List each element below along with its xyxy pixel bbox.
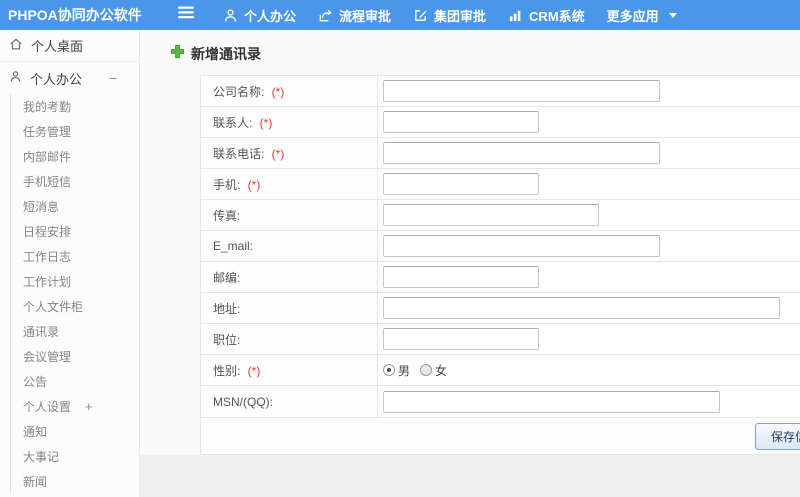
hamburger-menu-button[interactable] <box>170 2 202 28</box>
required-mark: (*) <box>268 146 285 161</box>
company-name-input[interactable] <box>383 80 660 102</box>
sidebar-item-file-cabinet[interactable]: 个人文件柜 <box>11 294 139 319</box>
page-title: 新增通讯录 <box>170 44 800 64</box>
form-row-contact-person: 联系人: (*) <box>200 106 800 138</box>
form-row-msn-qq: MSN/(QQ): <box>200 385 800 418</box>
sidebar-item-short-message[interactable]: 短消息 <box>11 194 139 219</box>
form-row-position: 职位: <box>200 323 800 355</box>
field-label: 传真: <box>213 208 241 223</box>
sidebar-item-work-plan[interactable]: 工作计划 <box>11 269 139 294</box>
sidebar-item-meetings[interactable]: 会议管理 <box>11 344 139 369</box>
content-panel: 新增通讯录 公司名称: (*) 联系人: (*) 联系电话: (*) 手机: (… <box>140 30 800 455</box>
gender-radio-女[interactable] <box>420 364 433 376</box>
sidebar-menu: 我的考勤 任务管理 内部邮件 手机短信 短消息 日程安排 工作日志 工作计划 个… <box>10 94 139 494</box>
field-label: 性别: <box>213 363 241 378</box>
sidebar-item-internal-mail[interactable]: 内部邮件 <box>11 144 139 169</box>
radio-label: 女 <box>435 363 448 378</box>
sidebar: 个人桌面 个人办公 − 我的考勤 任务管理 内部邮件 手机短信 短消息 日程安排… <box>0 30 140 497</box>
field-label: 公司名称: <box>213 84 265 99</box>
nav-personal-office[interactable]: 个人办公 <box>212 0 307 30</box>
nav-group-approval[interactable]: 集团审批 <box>402 0 497 30</box>
form-row-address: 地址: <box>200 292 800 324</box>
required-mark: (*) <box>244 363 261 378</box>
zip-code-input[interactable] <box>383 266 539 288</box>
sidebar-item-events[interactable]: 大事记 <box>11 444 139 469</box>
home-icon <box>9 37 23 54</box>
form-row-fax: 传真: <box>200 199 800 231</box>
person-icon <box>9 70 22 86</box>
caret-down-icon <box>668 12 677 18</box>
field-label: 联系电话: <box>213 146 265 161</box>
form-row-contact-phone: 联系电话: (*) <box>200 137 800 169</box>
radio-option: 男 <box>383 362 410 379</box>
flow-icon <box>318 8 333 23</box>
form-row-email: E_mail: <box>200 230 800 262</box>
sidebar-item-news[interactable]: 新闻 <box>11 469 139 494</box>
field-label: 手机: <box>213 177 241 192</box>
contact-phone-input[interactable] <box>383 142 660 164</box>
address-input[interactable] <box>383 297 780 319</box>
edit-icon <box>413 8 428 23</box>
nav-crm-system[interactable]: CRM系统 <box>497 0 596 30</box>
sidebar-item-work-log[interactable]: 工作日志 <box>11 244 139 269</box>
topbar-nav: 个人办公 流程审批 集团审批 CRM系统 更多应用 <box>212 0 688 30</box>
sidebar-item-announcements[interactable]: 公告 <box>11 369 139 394</box>
mobile-input[interactable] <box>383 173 539 195</box>
person-icon <box>223 8 238 23</box>
email-input[interactable] <box>383 235 660 257</box>
contact-form: 公司名称: (*) 联系人: (*) 联系电话: (*) 手机: (*) 传真:… <box>200 75 800 455</box>
sidebar-item-contacts[interactable]: 通讯录 <box>11 319 139 344</box>
fax-input[interactable] <box>383 204 599 226</box>
sidebar-item-sms[interactable]: 手机短信 <box>11 169 139 194</box>
sidebar-group-personal-office[interactable]: 个人办公 − <box>0 62 139 94</box>
sidebar-item-personal-settings[interactable]: 个人设置 + <box>11 394 139 419</box>
form-row-mobile: 手机: (*) <box>200 168 800 200</box>
save-button[interactable]: 保存信息 <box>754 422 800 450</box>
sidebar-item-notices[interactable]: 通知 <box>11 419 139 444</box>
form-row-company-name: 公司名称: (*) <box>200 75 800 107</box>
field-label: 地址: <box>213 301 241 316</box>
msn-qq-input[interactable] <box>383 390 720 413</box>
form-actions-row: 保存信息 <box>200 417 800 455</box>
field-label: MSN/(QQ): <box>213 394 273 409</box>
plus-icon <box>170 44 185 64</box>
position-input[interactable] <box>383 328 539 350</box>
radio-option: 女 <box>420 362 447 379</box>
form-row-zip-code: 邮编: <box>200 261 800 293</box>
collapse-icon[interactable]: − <box>109 70 117 86</box>
radio-label: 男 <box>398 363 411 378</box>
required-mark: (*) <box>268 84 285 99</box>
required-mark: (*) <box>244 177 261 192</box>
field-label: 职位: <box>213 332 241 347</box>
nav-more-apps[interactable]: 更多应用 <box>596 0 688 30</box>
sidebar-item-desktop[interactable]: 个人桌面 <box>0 30 139 62</box>
bar-chart-icon <box>508 8 523 23</box>
nav-workflow-approval[interactable]: 流程审批 <box>307 0 402 30</box>
sidebar-item-schedule[interactable]: 日程安排 <box>11 219 139 244</box>
sidebar-item-attendance[interactable]: 我的考勤 <box>11 94 139 119</box>
field-label: 联系人: <box>213 115 253 130</box>
contact-person-input[interactable] <box>383 111 539 133</box>
hamburger-icon <box>178 6 194 24</box>
expand-icon[interactable]: + <box>85 399 93 414</box>
app-logo: PHPOA协同办公软件 <box>8 7 142 23</box>
field-label: 邮编: <box>213 270 241 285</box>
field-label: E_mail: <box>213 239 254 253</box>
topbar: PHPOA协同办公软件 个人办公 流程审批 集团审批 CRM系统 更多应用 <box>0 0 800 30</box>
page-title-text: 新增通讯录 <box>191 46 261 62</box>
gender-radio-男[interactable] <box>383 364 395 376</box>
form-row-gender: 性别: (*) 男 女 <box>200 354 800 386</box>
sidebar-item-tasks[interactable]: 任务管理 <box>11 119 139 144</box>
main-content: 新增通讯录 公司名称: (*) 联系人: (*) 联系电话: (*) 手机: (… <box>140 30 800 497</box>
required-mark: (*) <box>256 115 273 130</box>
